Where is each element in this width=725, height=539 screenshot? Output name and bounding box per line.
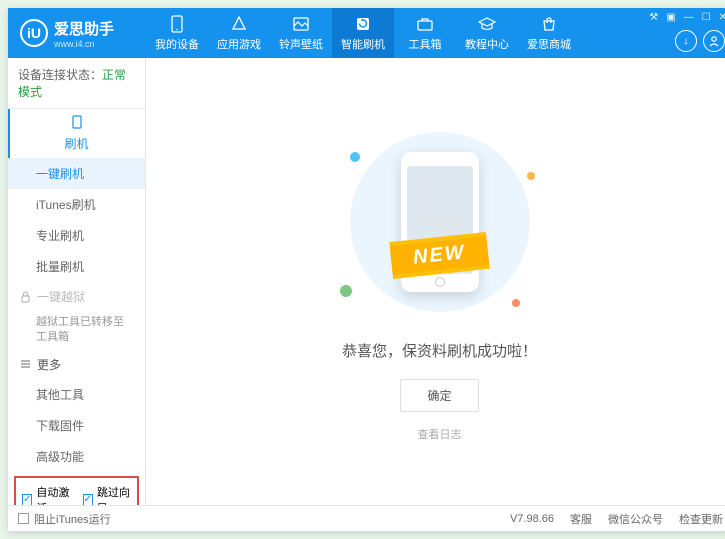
skip-guide-checkbox[interactable]: ✓ 跳过向导 xyxy=(83,484,132,505)
app-name: 爱思助手 xyxy=(54,18,114,39)
sidebar-item-batch[interactable]: 批量刷机 xyxy=(8,251,145,282)
logo-icon: iU xyxy=(20,19,48,47)
checkbox-label: 跳过向导 xyxy=(97,484,131,505)
sidebar-item-oneclick[interactable]: 一键刷机 xyxy=(8,158,145,189)
skin-icon[interactable]: ▣ xyxy=(666,12,675,23)
success-message: 恭喜您，保资料刷机成功啦！ xyxy=(342,340,537,361)
sidebar-item-other[interactable]: 其他工具 xyxy=(8,379,145,410)
auto-activate-checkbox[interactable]: ✓ 自动激活 xyxy=(22,484,71,505)
nav-tabs: 我的设备 应用游戏 铃声壁纸 智能刷机 工具箱 教程中心 xyxy=(146,8,725,58)
sidebar-item-download[interactable]: 下载固件 xyxy=(8,410,145,441)
tab-store[interactable]: 爱思商城 xyxy=(518,8,580,58)
view-log-link[interactable]: 查看日志 xyxy=(418,426,462,442)
tab-label: 铃声壁纸 xyxy=(279,36,323,52)
apps-icon xyxy=(230,15,248,33)
app-url: www.i4.cn xyxy=(54,39,114,49)
tab-my-device[interactable]: 我的设备 xyxy=(146,8,208,58)
phone-small-icon xyxy=(72,115,82,129)
tab-label: 应用游戏 xyxy=(217,36,261,52)
app-window: iU 爱思助手 www.i4.cn 我的设备 应用游戏 铃声壁纸 智能刷机 xyxy=(8,8,725,531)
settings-icon[interactable]: ⚒ xyxy=(649,12,658,23)
tab-tutorials[interactable]: 教程中心 xyxy=(456,8,518,58)
checkbox-icon: ✓ xyxy=(22,494,32,505)
logo-area: iU 爱思助手 www.i4.cn xyxy=(8,18,146,49)
sidebar-item-itunes[interactable]: iTunes刷机 xyxy=(8,189,145,220)
tab-ringtones[interactable]: 铃声壁纸 xyxy=(270,8,332,58)
service-link[interactable]: 客服 xyxy=(570,511,592,527)
status-label: 设备连接状态： xyxy=(18,68,102,82)
graduation-icon xyxy=(478,15,496,33)
wechat-link[interactable]: 微信公众号 xyxy=(608,511,663,527)
sidebar-flash-title: 刷机 xyxy=(64,135,88,152)
maximize-button[interactable]: ☐ xyxy=(702,12,711,23)
refresh-icon xyxy=(354,15,372,33)
tab-apps[interactable]: 应用游戏 xyxy=(208,8,270,58)
sidebar-more-header[interactable]: 更多 xyxy=(8,350,145,379)
phone-icon xyxy=(168,15,186,33)
tab-label: 教程中心 xyxy=(465,36,509,52)
checkbox-label: 自动激活 xyxy=(36,484,70,505)
tab-label: 爱思商城 xyxy=(527,36,571,52)
tab-label: 智能刷机 xyxy=(341,36,385,52)
sidebar-item-advanced[interactable]: 高级功能 xyxy=(8,441,145,472)
block-itunes-label: 阻止iTunes运行 xyxy=(34,511,111,527)
tab-label: 我的设备 xyxy=(155,36,199,52)
store-icon xyxy=(540,15,558,33)
tab-label: 工具箱 xyxy=(409,36,442,52)
device-status: 设备连接状态：正常模式 xyxy=(8,58,145,109)
lock-icon xyxy=(20,291,31,303)
header: iU 爱思助手 www.i4.cn 我的设备 应用游戏 铃声壁纸 智能刷机 xyxy=(8,8,725,58)
wallpaper-icon xyxy=(292,15,310,33)
confirm-button[interactable]: 确定 xyxy=(400,379,478,412)
options-box: ✓ 自动激活 ✓ 跳过向导 xyxy=(14,476,139,505)
body: 设备连接状态：正常模式 刷机 一键刷机 iTunes刷机 专业刷机 批量刷机 一… xyxy=(8,58,725,505)
menu-icon xyxy=(20,359,31,369)
sidebar-jailbreak-note: 越狱工具已转移至工具箱 xyxy=(8,311,145,350)
minimize-button[interactable]: — xyxy=(684,12,694,23)
user-button[interactable] xyxy=(703,30,725,52)
sidebar-jailbreak-title: 一键越狱 xyxy=(37,288,85,305)
close-button[interactable]: ✕ xyxy=(719,12,725,23)
download-button[interactable]: ↓ xyxy=(675,30,697,52)
window-controls: ⚒ ▣ — ☐ ✕ xyxy=(649,12,725,23)
footer-left: 阻止iTunes运行 xyxy=(18,511,111,527)
tab-smart-flash[interactable]: 智能刷机 xyxy=(332,8,394,58)
header-circle-buttons: ↓ xyxy=(675,30,725,52)
sidebar-jailbreak-header[interactable]: 一键越狱 xyxy=(8,282,145,311)
sidebar-more-title: 更多 xyxy=(37,356,61,373)
sidebar-item-pro[interactable]: 专业刷机 xyxy=(8,220,145,251)
footer: 阻止iTunes运行 V7.98.66 客服 微信公众号 检查更新 xyxy=(8,505,725,531)
main-content: NEW 恭喜您，保资料刷机成功啦！ 确定 查看日志 xyxy=(146,58,725,505)
update-link[interactable]: 检查更新 xyxy=(679,511,723,527)
sidebar: 设备连接状态：正常模式 刷机 一键刷机 iTunes刷机 专业刷机 批量刷机 一… xyxy=(8,58,146,505)
sidebar-flash-header[interactable]: 刷机 xyxy=(8,109,145,158)
checkbox-icon: ✓ xyxy=(83,494,93,505)
success-illustration: NEW xyxy=(330,122,550,322)
tab-toolbox[interactable]: 工具箱 xyxy=(394,8,456,58)
toolbox-icon xyxy=(416,15,434,33)
block-itunes-checkbox[interactable] xyxy=(18,513,29,524)
footer-right: V7.98.66 客服 微信公众号 检查更新 xyxy=(510,511,723,527)
